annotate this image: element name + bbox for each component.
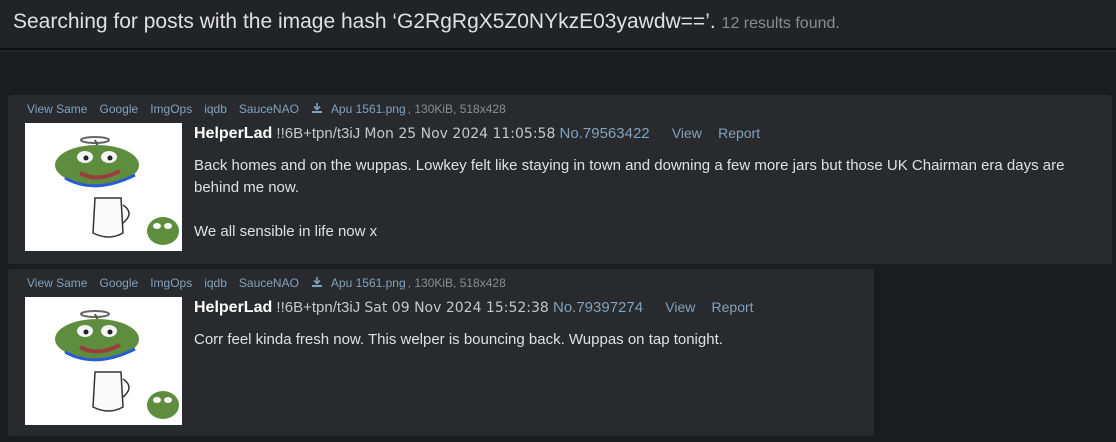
post-number-link[interactable]: No.79563422 [560, 125, 650, 142]
file-meta: , 130KiB, 518x428 [407, 102, 506, 116]
tripcode: !!6B+tpn/t3iJ [276, 125, 361, 142]
search-title: Searching for posts with the image hash … [13, 10, 716, 33]
post: View Same Google ImgOps iqdb SauceNAO Apu 156… [8, 95, 1112, 264]
google-link[interactable]: Google [99, 102, 138, 116]
results-header: Searching for posts with the image hash … [0, 0, 1116, 50]
tripcode: !!6B+tpn/t3iJ [276, 299, 361, 316]
download-icon[interactable] [311, 276, 323, 288]
view-link[interactable]: View [672, 125, 702, 141]
file-bar: View Same Google ImgOps iqdb SauceNAO Apu 156… [27, 276, 506, 290]
google-link[interactable]: Google [99, 276, 138, 290]
report-link[interactable]: Report [718, 125, 760, 141]
file-meta: , 130KiB, 518x428 [407, 276, 506, 290]
view-same-link[interactable]: View Same [27, 276, 87, 290]
post-body: Back homes and on the wuppas. Lowkey fel… [194, 155, 1094, 243]
view-same-link[interactable]: View Same [27, 102, 87, 116]
post-text-line: Corr feel kinda fresh now. This welper i… [194, 331, 723, 348]
post-text-line: Back homes and on the wuppas. Lowkey fel… [194, 157, 1065, 196]
post-date: Mon 25 Nov 2024 11:05:58 [364, 126, 556, 142]
post-thumbnail[interactable] [25, 297, 182, 425]
post-thumbnail[interactable] [25, 123, 182, 251]
saucenao-link[interactable]: SauceNAO [239, 276, 299, 290]
file-name-link[interactable]: Apu 1561.png [331, 276, 406, 290]
poster-name: HelperLad [194, 125, 273, 142]
saucenao-link[interactable]: SauceNAO [239, 102, 299, 116]
imgops-link[interactable]: ImgOps [150, 276, 192, 290]
search-heading: Searching for posts with the image hash … [13, 10, 840, 34]
poster-name: HelperLad [194, 299, 273, 316]
post-info: HelperLad !!6B+tpn/t3iJ Mon 25 Nov 2024 … [194, 125, 760, 143]
result-count: 12 results found. [721, 15, 840, 32]
view-link[interactable]: View [665, 299, 695, 315]
imgops-link[interactable]: ImgOps [150, 102, 192, 116]
post-date: Sat 09 Nov 2024 15:52:38 [364, 300, 549, 316]
iqdb-link[interactable]: iqdb [204, 102, 227, 116]
report-link[interactable]: Report [712, 299, 754, 315]
file-name-link[interactable]: Apu 1561.png [331, 102, 406, 116]
post-number-link[interactable]: No.79397274 [553, 299, 643, 316]
iqdb-link[interactable]: iqdb [204, 276, 227, 290]
post-text-line: We all sensible in life now x [194, 223, 378, 240]
post-body: Corr feel kinda fresh now. This welper i… [194, 329, 854, 351]
download-icon[interactable] [311, 102, 323, 114]
file-bar: View Same Google ImgOps iqdb SauceNAO Apu 156… [27, 102, 506, 116]
post-info: HelperLad !!6B+tpn/t3iJ Sat 09 Nov 2024 … [194, 299, 754, 317]
post: View Same Google ImgOps iqdb SauceNAO Apu 156… [8, 269, 874, 436]
